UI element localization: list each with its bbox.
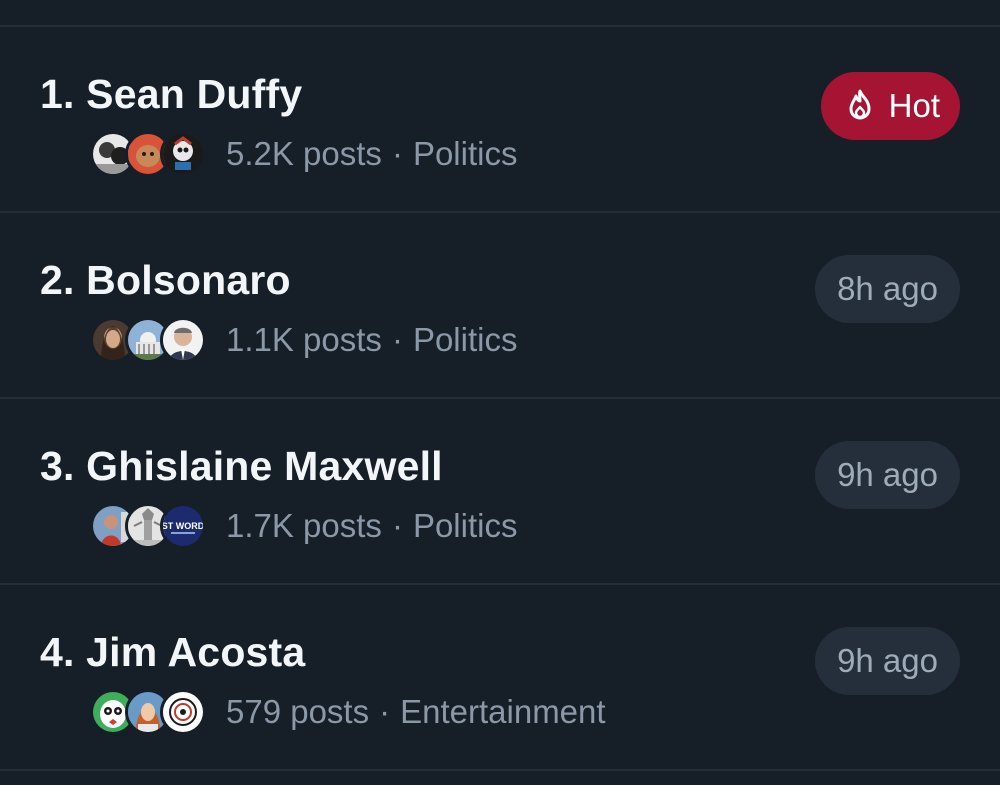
time-badge: 8h ago — [815, 255, 960, 323]
avatar-badge-text: ST WORD — [163, 521, 203, 531]
topic-category[interactable]: Entertainment — [400, 693, 605, 731]
avatar-stack — [90, 317, 206, 363]
topic-category[interactable]: Politics — [413, 507, 518, 545]
trending-list: 1. Sean Duffy 5.2K posts · Politics Hot … — [0, 27, 1000, 771]
flame-icon — [849, 89, 871, 120]
topic-title[interactable]: 3. Ghislaine Maxwell — [40, 443, 443, 490]
topic-meta: 5.2K posts · Politics — [90, 131, 517, 177]
separator-dot: · — [379, 693, 391, 730]
topic-meta: ST WORD 1.7K posts · Politics — [90, 503, 517, 549]
post-count: 1.7K posts — [226, 507, 382, 544]
post-count: 5.2K posts — [226, 135, 382, 172]
topic-meta: 1.1K posts · Politics — [90, 317, 517, 363]
topic-category[interactable]: Politics — [413, 321, 518, 359]
post-count: 579 posts — [226, 693, 370, 730]
post-count: 1.1K posts — [226, 321, 382, 358]
topic-title[interactable]: 1. Sean Duffy — [40, 71, 302, 118]
trending-row[interactable]: 4. Jim Acosta 579 posts · Entertainment … — [0, 585, 1000, 771]
separator-dot: · — [391, 135, 403, 172]
separator-dot: · — [391, 507, 403, 544]
avatar — [160, 317, 206, 363]
avatar: ST WORD — [160, 503, 206, 549]
topic-title[interactable]: 2. Bolsonaro — [40, 257, 291, 304]
time-badge: 9h ago — [815, 627, 960, 695]
time-badge: 9h ago — [815, 441, 960, 509]
trending-row[interactable]: 3. Ghislaine Maxwell ST WORD 1.7K posts … — [0, 399, 1000, 585]
separator-dot: · — [391, 321, 403, 358]
avatar — [160, 689, 206, 735]
avatar — [160, 131, 206, 177]
avatar-stack — [90, 131, 206, 177]
hot-badge: Hot — [820, 72, 960, 140]
trending-row[interactable]: 1. Sean Duffy 5.2K posts · Politics Hot — [0, 27, 1000, 213]
trending-row[interactable]: 2. Bolsonaro 1.1K posts · Politics 8h ag… — [0, 213, 1000, 399]
topic-meta: 579 posts · Entertainment — [90, 689, 606, 735]
hot-badge-label: Hot — [888, 87, 940, 124]
avatar-stack — [90, 689, 206, 735]
avatar-stack: ST WORD — [90, 503, 206, 549]
topic-category[interactable]: Politics — [413, 135, 518, 173]
top-divider — [0, 0, 1000, 27]
topic-title[interactable]: 4. Jim Acosta — [40, 629, 305, 676]
